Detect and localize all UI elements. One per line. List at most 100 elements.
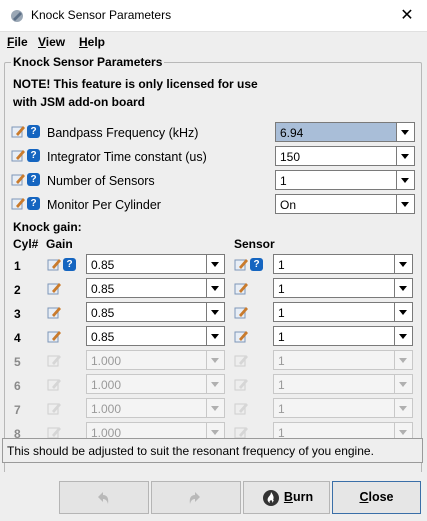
param-label-sensors: Number of Sensors (47, 174, 155, 188)
title-bar: Knock Sensor Parameters ✕ (0, 0, 427, 31)
menu-view[interactable]: View (38, 35, 65, 49)
close-button[interactable]: Close (332, 481, 421, 514)
combo-value: 0.85 (91, 330, 115, 344)
chevron-down-icon[interactable] (394, 303, 412, 321)
edit-pencil-icon[interactable] (47, 329, 62, 344)
gain-select: 1.000 (86, 374, 225, 394)
sensor-select[interactable]: 1 (273, 278, 413, 298)
edit-pencil-icon[interactable] (47, 257, 62, 272)
chevron-down-icon[interactable] (396, 123, 414, 141)
chevron-down-icon[interactable] (396, 171, 414, 189)
edit-pencil-icon[interactable] (234, 257, 249, 272)
menu-bar: File View Help (0, 31, 427, 53)
edit-pencil-icon[interactable] (11, 196, 26, 211)
gain-select: 1.000 (86, 350, 225, 370)
edit-pencil-icon (47, 377, 62, 392)
combo-value: 1 (278, 402, 285, 416)
gain-select[interactable]: 0.85 (86, 326, 225, 346)
group-title: Knock Sensor Parameters (11, 55, 165, 69)
edit-pencil-icon (47, 353, 62, 368)
edit-pencil-icon[interactable] (234, 305, 249, 320)
integrator-time-select[interactable]: 150 (275, 146, 415, 166)
license-note-line2: with JSM add-on board (13, 95, 145, 109)
chevron-down-icon (394, 351, 412, 369)
edit-pencil-icon[interactable] (47, 281, 62, 296)
combo-value: 1.000 (91, 354, 122, 368)
col-sensor-header: Sensor (234, 237, 275, 251)
chevron-down-icon[interactable] (206, 327, 224, 345)
combo-value: 0.85 (91, 282, 115, 296)
chevron-down-icon[interactable] (206, 303, 224, 321)
combo-value: 0.85 (91, 258, 115, 272)
edit-pencil-icon[interactable] (47, 305, 62, 320)
help-icon[interactable]: ? (27, 173, 40, 186)
gain-select[interactable]: 0.85 (86, 302, 225, 322)
chevron-down-icon[interactable] (206, 255, 224, 273)
sensor-select: 1 (273, 398, 413, 418)
sensor-select[interactable]: 1 (273, 254, 413, 274)
menu-help[interactable]: Help (79, 35, 105, 49)
edit-pencil-icon[interactable] (11, 172, 26, 187)
help-icon[interactable]: ? (27, 125, 40, 138)
edit-pencil-icon (234, 353, 249, 368)
chevron-down-icon[interactable] (394, 255, 412, 273)
knock-parameters-group: Knock Sensor Parameters NOTE! This featu… (4, 55, 422, 485)
knock-gain-title: Knock gain: (13, 220, 82, 234)
combo-value: 1 (278, 354, 285, 368)
cylinder-number: 5 (14, 355, 21, 369)
help-icon[interactable]: ? (250, 258, 263, 271)
monitor-per-cylinder-select[interactable]: On (275, 194, 415, 214)
edit-pencil-icon[interactable] (11, 124, 26, 139)
param-label-bandpass: Bandpass Frequency (kHz) (47, 126, 199, 140)
sensor-select: 1 (273, 374, 413, 394)
gain-select[interactable]: 0.85 (86, 278, 225, 298)
edit-pencil-icon[interactable] (11, 148, 26, 163)
combo-value: On (280, 198, 297, 212)
param-label-monitor: Monitor Per Cylinder (47, 198, 161, 212)
param-label-integrator: Integrator Time constant (us) (47, 150, 207, 164)
combo-value: 1.000 (91, 378, 122, 392)
edit-pencil-icon[interactable] (234, 329, 249, 344)
cylinder-number: 1 (14, 259, 21, 273)
edit-pencil-icon (47, 401, 62, 416)
menu-file[interactable]: File (7, 35, 28, 49)
chevron-down-icon[interactable] (396, 147, 414, 165)
combo-value: 6.94 (280, 126, 304, 140)
burn-button[interactable]: Burn (243, 481, 330, 514)
combo-value: 1 (278, 258, 285, 272)
combo-value: 1 (278, 306, 285, 320)
chevron-down-icon[interactable] (206, 279, 224, 297)
chevron-down-icon[interactable] (394, 327, 412, 345)
close-window-button[interactable]: ✕ (397, 5, 417, 25)
combo-value: 1 (278, 330, 285, 344)
edit-pencil-icon (234, 377, 249, 392)
redo-button[interactable] (151, 481, 241, 514)
undo-button[interactable] (59, 481, 149, 514)
undo-arrow-icon (98, 492, 109, 504)
cylinder-number: 2 (14, 283, 21, 297)
help-icon[interactable]: ? (27, 149, 40, 162)
sensor-select[interactable]: 1 (273, 302, 413, 322)
button-bar: Burn Close (0, 472, 427, 521)
number-of-sensors-select[interactable]: 1 (275, 170, 415, 190)
cylinder-number: 7 (14, 403, 21, 417)
window-title: Knock Sensor Parameters (31, 8, 172, 22)
combo-value: 1.000 (91, 402, 122, 416)
sensor-select: 1 (273, 350, 413, 370)
dialog-content: Knock Sensor Parameters NOTE! This featu… (0, 52, 427, 521)
bandpass-frequency-select[interactable]: 6.94 (275, 122, 415, 142)
combo-value: 1 (278, 282, 285, 296)
redo-arrow-icon (189, 492, 200, 504)
chevron-down-icon (206, 351, 224, 369)
chevron-down-icon[interactable] (394, 279, 412, 297)
help-icon[interactable]: ? (27, 197, 40, 210)
edit-pencil-icon[interactable] (234, 281, 249, 296)
chevron-down-icon (394, 375, 412, 393)
combo-value: 0.85 (91, 306, 115, 320)
gain-select[interactable]: 0.85 (86, 254, 225, 274)
help-icon[interactable]: ? (63, 258, 76, 271)
sensor-select[interactable]: 1 (273, 326, 413, 346)
flame-icon (263, 490, 279, 506)
chevron-down-icon[interactable] (396, 195, 414, 213)
edit-pencil-icon (234, 401, 249, 416)
